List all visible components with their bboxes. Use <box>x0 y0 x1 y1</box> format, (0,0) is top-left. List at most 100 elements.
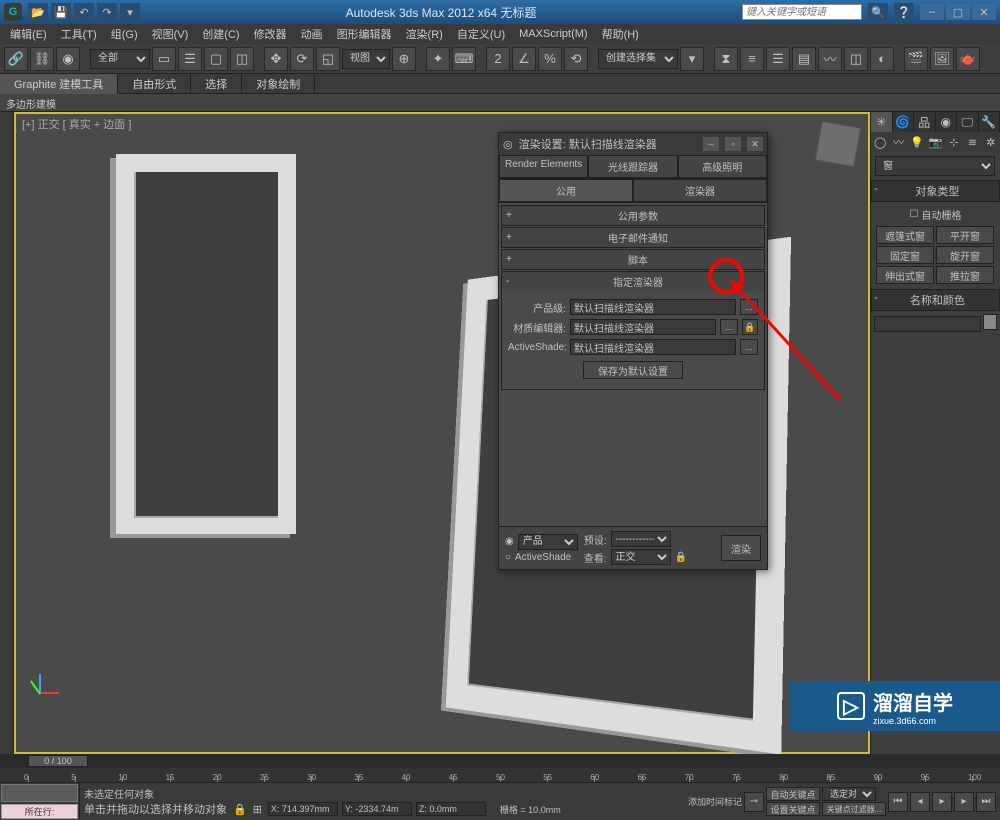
select-icon[interactable]: ▭ <box>152 47 176 71</box>
tab-modify-icon[interactable]: 🌀 <box>893 112 915 132</box>
mirror-icon[interactable]: ⧗ <box>714 47 738 71</box>
tab-utilities-icon[interactable]: 🔧 <box>979 112 1000 132</box>
menu-view[interactable]: 视图(V) <box>146 24 195 44</box>
menu-help[interactable]: 帮助(H) <box>596 24 645 44</box>
setkey-button[interactable]: 设置关键点 <box>766 802 820 816</box>
btn-pivoted[interactable]: 旋开窗 <box>936 246 994 264</box>
menu-group[interactable]: 组(G) <box>105 24 144 44</box>
time-slider[interactable]: 0 / 100 <box>0 754 1000 768</box>
move-icon[interactable]: ✥ <box>264 47 288 71</box>
dialog-maximize-button[interactable]: ▫ <box>725 137 741 151</box>
ribbon-tab-paint[interactable]: 对象绘制 <box>242 74 315 94</box>
layers-icon[interactable]: ☰ <box>766 47 790 71</box>
selset-key-dropdown[interactable]: 选定对象 <box>822 787 876 801</box>
align-icon[interactable]: ≡ <box>740 47 764 71</box>
snap-spinner-icon[interactable]: ⟲ <box>564 47 588 71</box>
radio-production[interactable]: ◉ <box>505 536 514 547</box>
play-icon[interactable]: ▸ <box>932 792 952 812</box>
tab-hierarchy-icon[interactable]: 品 <box>914 112 936 132</box>
autokey-button[interactable]: 自动关键点 <box>766 787 820 801</box>
render-setup-icon[interactable]: 🎬 <box>904 47 928 71</box>
viewport-label[interactable]: [+] 正交 [ 真实 + 边面 ] <box>22 116 131 132</box>
btn-awning[interactable]: 遮篷式窗 <box>876 226 934 244</box>
time-ruler[interactable]: 0510152025303540455055606570758085909510… <box>0 768 1000 782</box>
minimize-button[interactable]: – <box>920 4 944 20</box>
subtab-cameras-icon[interactable]: 📷 <box>926 132 944 152</box>
ribbon-icon[interactable]: ▤ <box>792 47 816 71</box>
menu-edit[interactable]: 编辑(E) <box>4 24 53 44</box>
btn-sliding[interactable]: 推拉窗 <box>936 266 994 284</box>
select-name-icon[interactable]: ☰ <box>178 47 202 71</box>
help-search-input[interactable] <box>742 4 862 20</box>
category-dropdown[interactable]: 窗 <box>875 156 995 176</box>
app-logo[interactable]: G <box>4 3 22 21</box>
dialog-minimize-button[interactable]: – <box>703 137 719 151</box>
qat-open-icon[interactable]: 📂 <box>28 3 48 21</box>
rotate-icon[interactable]: ⟳ <box>290 47 314 71</box>
goto-start-icon[interactable]: ⏮ <box>888 792 908 812</box>
next-frame-icon[interactable]: ▸ <box>954 792 974 812</box>
tab-renderer[interactable]: 渲染器 <box>633 179 767 202</box>
prev-frame-icon[interactable]: ◂ <box>910 792 930 812</box>
qat-save-icon[interactable]: 💾 <box>51 3 71 21</box>
help-icon[interactable]: ❔ <box>894 3 914 21</box>
scale-icon[interactable]: ◱ <box>316 47 340 71</box>
btn-fixed[interactable]: 固定窗 <box>876 246 934 264</box>
radio-activeshade[interactable]: ○ <box>505 552 511 563</box>
lock-selection-icon[interactable]: 🔒 <box>233 803 247 816</box>
menu-graph[interactable]: 图形编辑器 <box>331 24 398 44</box>
snap-percent-icon[interactable]: % <box>538 47 562 71</box>
subtab-shapes-icon[interactable]: 〰 <box>889 132 907 152</box>
coord-z[interactable]: Z: 0.0mm <box>416 802 486 816</box>
menu-modifiers[interactable]: 修改器 <box>248 24 293 44</box>
coord-system-dropdown[interactable]: 视图 <box>342 49 390 69</box>
ribbon-tab-graphite[interactable]: Graphite 建模工具 <box>0 74 118 94</box>
as-choose-button[interactable]: ... <box>740 339 758 355</box>
qat-redo-icon[interactable]: ↷ <box>97 3 117 21</box>
unlink-icon[interactable]: ⛓ <box>30 47 54 71</box>
rollout-email[interactable]: +电子邮件通知 <box>502 228 764 247</box>
preset-dropdown[interactable]: ------------- <box>611 531 671 547</box>
tab-motion-icon[interactable]: ◉ <box>936 112 958 132</box>
view-lock-icon[interactable]: 🔒 <box>675 552 687 563</box>
material-editor-icon[interactable]: ◐ <box>870 47 894 71</box>
menu-customize[interactable]: 自定义(U) <box>451 24 511 44</box>
autogrid-checkbox[interactable]: ☐ 自动栅格 <box>874 205 997 224</box>
qat-undo-icon[interactable]: ↶ <box>74 3 94 21</box>
coord-y[interactable]: Y: -2334.74m <box>342 802 412 816</box>
btn-projected[interactable]: 伸出式窗 <box>876 266 934 284</box>
rollout-script[interactable]: +脚本 <box>502 250 764 269</box>
mat-choose-button[interactable]: ... <box>720 319 738 335</box>
rollout-assign-renderer[interactable]: -指定渲染器 <box>502 272 764 291</box>
ribbon-tab-freeform[interactable]: 自由形式 <box>118 74 191 94</box>
schematic-icon[interactable]: ◫ <box>844 47 868 71</box>
prod-choose-button[interactable]: ... <box>740 299 758 315</box>
tab-display-icon[interactable]: 🖵 <box>957 112 979 132</box>
render-button[interactable]: 渲染 <box>721 535 761 561</box>
menu-animation[interactable]: 动画 <box>295 24 329 44</box>
curve-editor-icon[interactable]: 〰 <box>818 47 842 71</box>
render-icon[interactable]: 🫖 <box>956 47 980 71</box>
dialog-close-button[interactable]: ✕ <box>747 137 763 151</box>
window-cross-icon[interactable]: ◫ <box>230 47 254 71</box>
manip-icon[interactable]: ✦ <box>426 47 450 71</box>
tab-adv-lighting[interactable]: 高级照明 <box>678 155 767 178</box>
goto-end-icon[interactable]: ⏭ <box>976 792 996 812</box>
subtab-lights-icon[interactable]: 💡 <box>908 132 926 152</box>
coord-x[interactable]: X: 714.397mm <box>268 802 338 816</box>
script-button[interactable] <box>1 784 78 802</box>
production-dropdown[interactable]: 产品 <box>518 534 578 550</box>
subtab-systems-icon[interactable]: ✲ <box>982 132 1000 152</box>
viewcube[interactable] <box>815 121 861 167</box>
ribbon-tab-selection[interactable]: 选择 <box>191 74 242 94</box>
rollout-common-params[interactable]: +公用参数 <box>502 206 764 225</box>
selset-dialog-icon[interactable]: ▾ <box>680 47 704 71</box>
subtab-helpers-icon[interactable]: ⊹ <box>945 132 963 152</box>
link-icon[interactable]: 🔗 <box>4 47 28 71</box>
tab-create-icon[interactable]: ✳ <box>871 112 893 132</box>
coord-toggle-icon[interactable]: ⊞ <box>253 803 262 816</box>
bind-icon[interactable]: ◉ <box>56 47 80 71</box>
keyboard-icon[interactable]: ⌨ <box>452 47 476 71</box>
named-selset-dropdown[interactable]: 创建选择集 <box>598 49 678 69</box>
qat-dropdown-icon[interactable]: ▾ <box>120 3 140 21</box>
